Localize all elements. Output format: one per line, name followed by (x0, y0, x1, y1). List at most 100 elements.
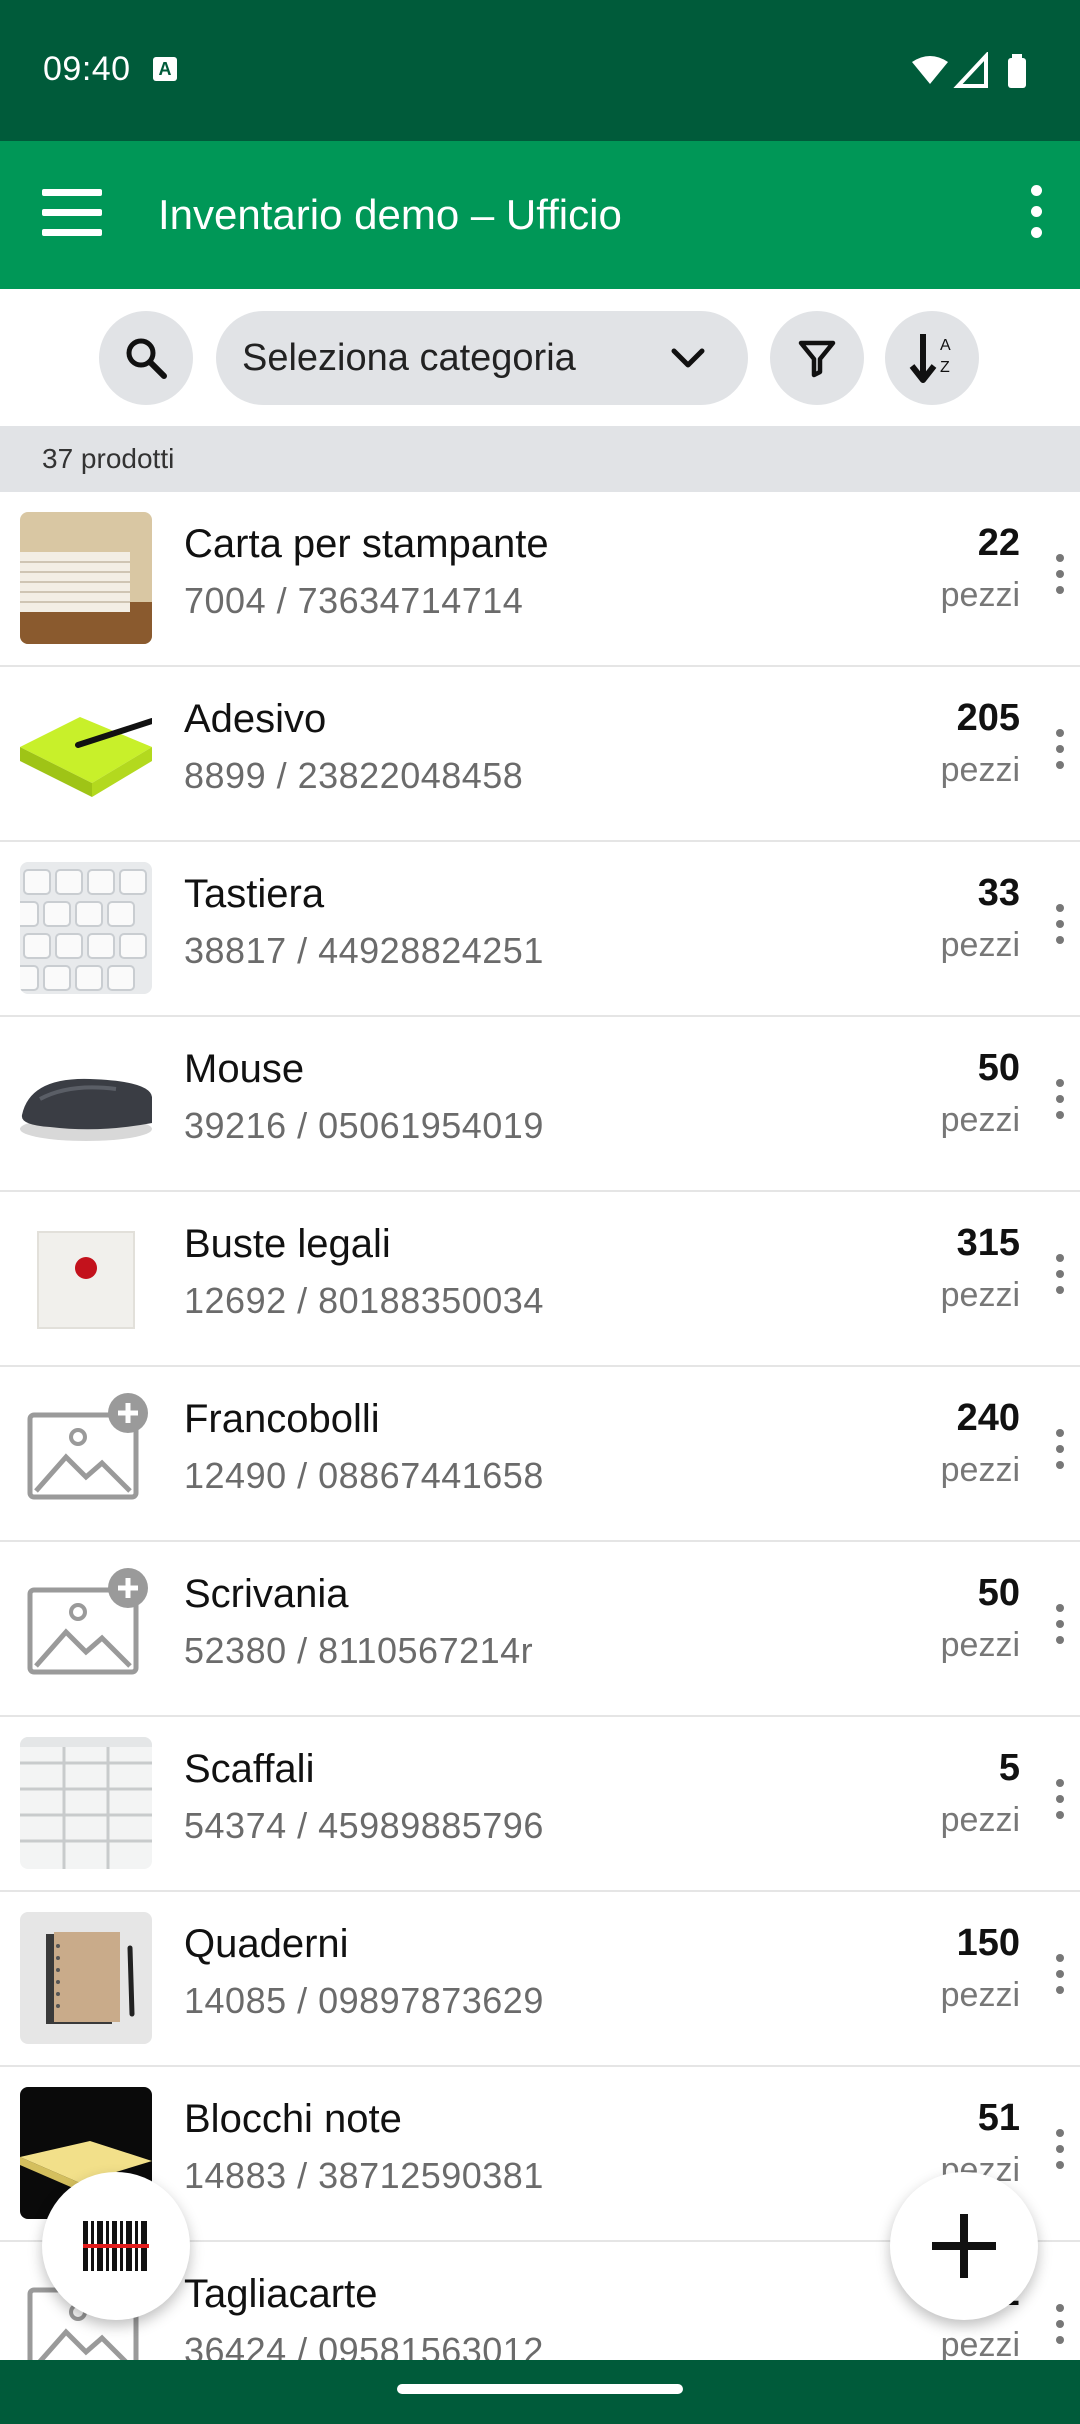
product-image-shelves (20, 1737, 152, 1869)
product-code: 36424 / 09581563012 (184, 2330, 544, 2360)
product-image-sticky-note (20, 687, 152, 819)
product-quantity: 205 (956, 697, 1020, 739)
product-unit: pezzi (940, 576, 1020, 614)
product-image-envelope (20, 1212, 152, 1344)
sort-az-icon: A Z (909, 334, 951, 383)
product-quantity: 5 (998, 1747, 1020, 1789)
product-list: Carta per stampante 7004 / 73634714714 2… (0, 492, 1080, 2360)
home-gesture-handle[interactable] (397, 2384, 683, 2394)
product-quantity: 33 (977, 872, 1020, 914)
overflow-menu-icon[interactable] (1022, 185, 1050, 245)
product-row[interactable]: Tastiera 38817 / 44928824251 33 pezzi (0, 842, 1080, 1017)
scan-barcode-button[interactable] (42, 2172, 190, 2320)
filter-toolbar: Seleziona categoria A Z (0, 289, 1080, 426)
barcode-icon (83, 2221, 149, 2271)
product-quantity: 315 (956, 1222, 1020, 1264)
product-unit: pezzi (940, 1101, 1020, 1139)
product-quantity: 240 (956, 1397, 1020, 1439)
product-code: 54374 / 45989885796 (184, 1805, 544, 1846)
wifi-icon (912, 56, 948, 84)
row-more-icon[interactable] (1052, 1604, 1068, 1656)
add-image-placeholder-icon[interactable] (20, 1387, 152, 1519)
row-more-icon[interactable] (1052, 729, 1068, 781)
product-name: Blocchi note (184, 2097, 402, 2141)
row-more-icon[interactable] (1052, 554, 1068, 606)
product-code: 12692 / 80188350034 (184, 1280, 544, 1321)
filter-icon (798, 340, 836, 378)
category-select[interactable]: Seleziona categoria (216, 311, 748, 405)
product-row[interactable]: Francobolli 12490 / 08867441658 240 pezz… (0, 1367, 1080, 1542)
row-more-icon[interactable] (1052, 904, 1068, 956)
product-quantity: 51 (977, 2097, 1020, 2139)
chevron-down-icon (671, 348, 705, 368)
product-row[interactable]: Buste legali 12692 / 80188350034 315 pez… (0, 1192, 1080, 1367)
plus-icon (932, 2214, 996, 2278)
product-code: 38817 / 44928824251 (184, 930, 544, 971)
add-image-placeholder-icon[interactable] (20, 1562, 152, 1694)
signal-icon (953, 52, 988, 88)
product-image-paper (20, 512, 152, 644)
status-time: 09:40 (43, 50, 131, 88)
product-image-keyboard (20, 862, 152, 994)
product-name: Scaffali (184, 1747, 315, 1791)
product-row[interactable]: Carta per stampante 7004 / 73634714714 2… (0, 492, 1080, 667)
product-row[interactable]: Scaffali 54374 / 45989885796 5 pezzi (0, 1717, 1080, 1892)
row-more-icon[interactable] (1052, 1954, 1068, 2006)
product-row[interactable]: Scrivania 52380 / 8110567214r 50 pezzi (0, 1542, 1080, 1717)
product-unit: pezzi (940, 1626, 1020, 1664)
sort-button[interactable]: A Z (885, 311, 979, 405)
product-name: Carta per stampante (184, 522, 549, 566)
page-title: Inventario demo – Ufficio (158, 191, 622, 238)
product-code: 14883 / 38712590381 (184, 2155, 544, 2196)
product-unit: pezzi (940, 751, 1020, 789)
row-more-icon[interactable] (1052, 2129, 1068, 2181)
add-product-button[interactable] (890, 2172, 1038, 2320)
product-name: Tastiera (184, 872, 325, 916)
product-row[interactable]: Mouse 39216 / 05061954019 50 pezzi (0, 1017, 1080, 1192)
product-unit: pezzi (940, 1276, 1020, 1314)
product-unit: pezzi (940, 2326, 1020, 2360)
product-code: 12490 / 08867441658 (184, 1455, 544, 1496)
product-name: Buste legali (184, 1222, 391, 1266)
svg-text:Z: Z (940, 359, 950, 376)
product-name: Tagliacarte (184, 2272, 378, 2316)
battery-icon (1008, 58, 1026, 88)
product-unit: pezzi (940, 1976, 1020, 2014)
filter-button[interactable] (770, 311, 864, 405)
product-unit: pezzi (940, 1801, 1020, 1839)
menu-icon[interactable] (42, 189, 102, 241)
product-name: Scrivania (184, 1572, 349, 1616)
row-more-icon[interactable] (1052, 2304, 1068, 2356)
product-name: Mouse (184, 1047, 305, 1091)
system-navigation-bar (0, 2360, 1080, 2424)
svg-text:A: A (940, 337, 951, 354)
status-bar: 09:40 A (0, 0, 1080, 141)
product-code: 39216 / 05061954019 (184, 1105, 544, 1146)
product-quantity: 22 (977, 522, 1020, 564)
product-code: 8899 / 23822048458 (184, 755, 524, 796)
product-code: 52380 / 8110567214r (184, 1630, 534, 1671)
product-count: 37 prodotti (0, 426, 1080, 492)
product-quantity: 50 (977, 1572, 1020, 1614)
product-image-notebooks (20, 1912, 152, 2044)
product-row[interactable]: Quaderni 14085 / 09897873629 150 pezzi (0, 1892, 1080, 2067)
product-name: Adesivo (184, 697, 327, 741)
row-more-icon[interactable] (1052, 1254, 1068, 1306)
product-unit: pezzi (940, 1451, 1020, 1489)
product-image-mouse (20, 1037, 152, 1169)
product-name: Quaderni (184, 1922, 349, 1966)
product-name: Francobolli (184, 1397, 380, 1441)
category-select-label: Seleziona categoria (242, 336, 576, 379)
system-status-icons (912, 52, 1026, 88)
search-button[interactable] (99, 311, 193, 405)
row-more-icon[interactable] (1052, 1779, 1068, 1831)
product-row[interactable]: Adesivo 8899 / 23822048458 205 pezzi (0, 667, 1080, 842)
product-unit: pezzi (940, 926, 1020, 964)
row-more-icon[interactable] (1052, 1429, 1068, 1481)
product-quantity: 50 (977, 1047, 1020, 1089)
notification-a-icon: A (153, 57, 177, 81)
row-more-icon[interactable] (1052, 1079, 1068, 1131)
app-bar: Inventario demo – Ufficio (0, 141, 1080, 289)
product-code: 14085 / 09897873629 (184, 1980, 544, 2021)
search-icon (126, 338, 167, 379)
